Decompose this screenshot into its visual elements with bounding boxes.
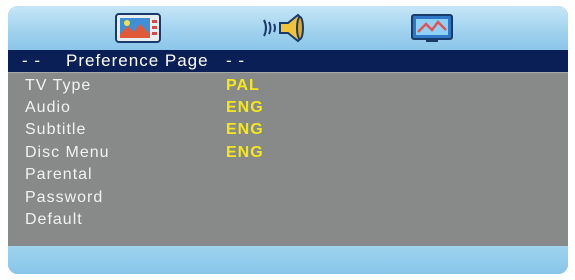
menu-item-label: TV Type (25, 77, 92, 94)
menu-item-password[interactable]: Password (8, 187, 568, 209)
menu-item-audio[interactable]: Audio ENG (8, 97, 568, 119)
page-title: Preference Page (66, 51, 209, 70)
menu-item-parental[interactable]: Parental (8, 164, 568, 186)
header-dashes-right: - - (226, 51, 246, 70)
menu-item-value: ENG (226, 99, 264, 116)
menu-item-subtitle[interactable]: Subtitle ENG (8, 119, 568, 141)
menu-item-label: Parental (25, 166, 93, 183)
menu-item-label: Subtitle (25, 121, 87, 138)
top-icon-bar (8, 6, 568, 50)
section-header: - - Preference Page - - (8, 50, 568, 72)
menu-item-default[interactable]: Default (8, 209, 568, 231)
menu-item-value: PAL (226, 77, 260, 94)
tv-picture-icon[interactable] (114, 12, 162, 44)
osd-setup-menu: - - Preference Page - - TV Type PAL Audi… (8, 6, 568, 274)
footer-bar (8, 246, 568, 274)
monitor-settings-icon[interactable] (408, 12, 456, 44)
divider (8, 72, 568, 73)
menu-item-label: Default (25, 211, 83, 228)
menu-item-value: ENG (226, 121, 264, 138)
menu-item-tv-type[interactable]: TV Type PAL (8, 75, 568, 97)
menu-item-label: Password (25, 189, 104, 206)
speaker-audio-icon[interactable] (260, 12, 308, 44)
header-dashes-left: - - (22, 51, 42, 70)
menu-item-label: Disc Menu (25, 144, 110, 161)
menu-item-value: ENG (226, 144, 264, 161)
menu-item-disc-menu[interactable]: Disc Menu ENG (8, 142, 568, 164)
menu-item-label: Audio (25, 99, 71, 116)
